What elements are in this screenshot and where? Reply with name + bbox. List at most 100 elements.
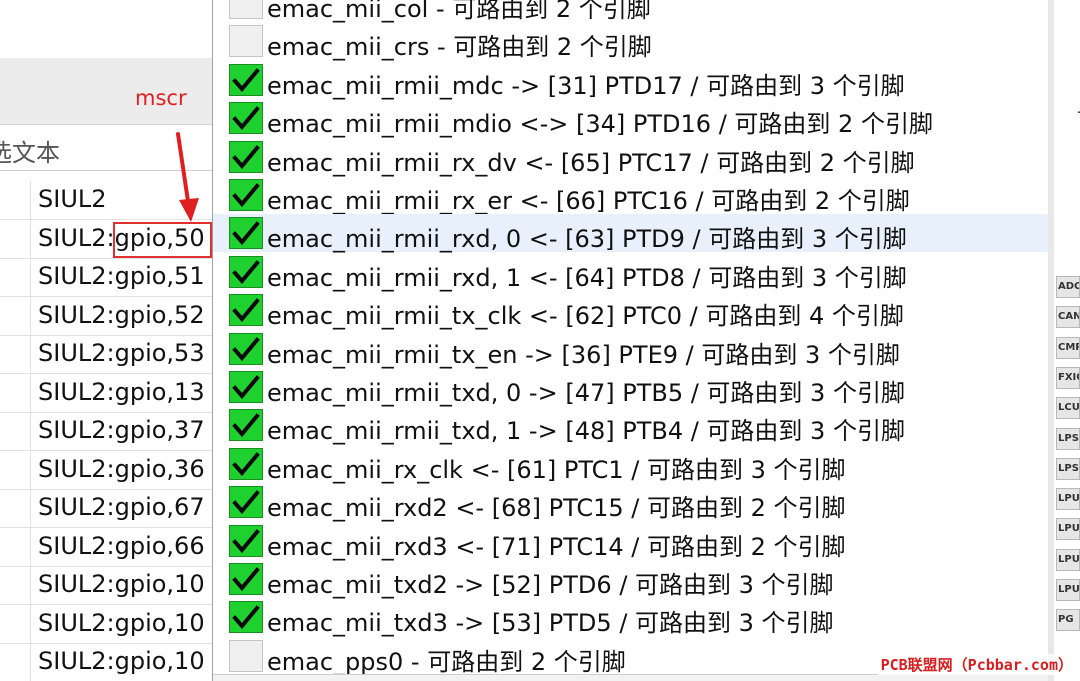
row-gutter xyxy=(0,527,31,566)
signal-list-item[interactable]: emac_mii_crs - 可路由到 2 个引脚 xyxy=(213,22,1048,62)
table-row[interactable]: SIUL2:gpio,67 xyxy=(0,489,212,528)
signal-label: emac_mii_rmii_txd, 1 -> [48] PTB4 / 可路由到… xyxy=(267,417,905,446)
row-gutter xyxy=(0,335,31,373)
table-row[interactable]: SIUL2:gpio,37 xyxy=(0,412,212,451)
peripheral-tag[interactable]: CMP xyxy=(1056,336,1080,359)
checkbox-checked-icon[interactable] xyxy=(229,63,263,96)
signal-label: emac_mii_rmii_mdio <-> [34] PTD16 / 可路由到… xyxy=(267,110,933,139)
checkbox-checked-icon[interactable] xyxy=(229,140,263,173)
checkbox-checked-icon[interactable] xyxy=(229,409,263,442)
signal-list-item[interactable]: emac_mii_txd2 -> [52] PTD6 / 可路由到 3 个引脚 xyxy=(213,560,1048,599)
peripheral-tag[interactable]: PG xyxy=(1056,609,1080,632)
checkbox-checked-icon[interactable] xyxy=(229,563,263,595)
annotation-arrow-icon xyxy=(176,132,199,222)
table-row[interactable]: SIUL2:gpio,13 xyxy=(0,373,212,413)
row-gutter xyxy=(0,181,31,219)
checkbox-checked-icon[interactable] xyxy=(229,332,263,365)
checkbox-checked-icon[interactable] xyxy=(229,371,263,403)
signal-label: emac_mii_rmii_rxd, 0 <- [63] PTD9 / 可路由到… xyxy=(267,225,907,254)
signal-list-item[interactable]: emac_mii_rmii_mdio <-> [34] PTD16 / 可路由到… xyxy=(213,99,1048,139)
row-signal-cell: SIUL2:gpio,10 xyxy=(38,647,205,675)
signal-list-item[interactable]: emac_mii_rmii_rx_er <- [66] PTC16 / 可路由到… xyxy=(213,176,1048,215)
checkbox-checked-icon[interactable] xyxy=(229,102,263,135)
annotation-highlight-box xyxy=(113,222,212,258)
row-gutter xyxy=(0,450,31,489)
peripheral-tag[interactable]: LPUART xyxy=(1056,488,1080,511)
peripheral-tag[interactable]: FXIO xyxy=(1056,366,1080,389)
checkbox-checked-icon[interactable] xyxy=(229,179,263,211)
row-signal-cell: SIUL2:gpio,66 xyxy=(38,531,205,560)
peripheral-tag[interactable]: LPUART xyxy=(1056,579,1080,601)
signal-label: emac_mii_rmii_rx_er <- [66] PTC16 / 可路由到… xyxy=(267,187,910,215)
row-signal-cell: SIUL2:gpio,67 xyxy=(38,493,205,521)
table-row[interactable]: SIUL2:gpio,10 xyxy=(0,604,212,644)
row-gutter xyxy=(0,643,31,681)
row-gutter xyxy=(0,296,31,335)
row-signal-cell: SIUL2:gpio,51 xyxy=(38,262,205,290)
peripheral-tag[interactable]: ADC xyxy=(1056,276,1080,298)
signal-label: emac_mii_rmii_rx_dv <- [65] PTC17 / 可路由到… xyxy=(267,148,915,177)
signal-list-item[interactable]: emac_mii_rmii_tx_clk <- [62] PTC0 / 可路由到… xyxy=(213,291,1048,331)
signal-list-item[interactable]: emac_mii_rmii_txd, 1 -> [48] PTB4 / 可路由到… xyxy=(213,406,1048,446)
row-gutter xyxy=(0,566,31,604)
checkbox-unchecked-icon[interactable] xyxy=(229,639,263,672)
signal-list-item[interactable]: emac_mii_rmii_rx_dv <- [65] PTC17 / 可路由到… xyxy=(213,138,1048,177)
table-row[interactable]: SIUL2:gpio,10 xyxy=(0,566,212,605)
row-signal-cell: SIUL2:gpio,37 xyxy=(38,416,205,444)
signal-list-item[interactable]: emac_mii_rx_clk <- [61] PTC1 / 可路由到 3 个引… xyxy=(213,445,1048,484)
filter-placeholder: 选文本 xyxy=(0,139,60,167)
signal-list-item[interactable]: emac_mii_rmii_rxd, 1 <- [64] PTD8 / 可路由到… xyxy=(213,253,1048,292)
row-signal-cell: SIUL2:gpio,13 xyxy=(38,377,205,406)
peripheral-tag[interactable]: LPUART xyxy=(1056,518,1080,541)
table-row[interactable]: SIUL2:gpio,36 xyxy=(0,450,212,490)
row-gutter xyxy=(0,373,31,412)
signal-list-item[interactable]: emac_mii_rxd3 <- [71] PTC14 / 可路由到 2 个引脚 xyxy=(213,522,1048,561)
checkbox-checked-icon[interactable] xyxy=(229,217,263,250)
row-signal-cell: SIUL2:gpio,53 xyxy=(38,339,205,367)
checkbox-checked-icon[interactable] xyxy=(229,294,263,327)
row-gutter xyxy=(0,604,31,643)
signal-label: emac_mii_rmii_tx_en -> [36] PTE9 / 可路由到 … xyxy=(267,340,900,369)
signal-label: emac_mii_rx_clk <- [61] PTC1 / 可路由到 3 个引… xyxy=(267,455,846,484)
signal-dropdown-popup[interactable]: emac_mii_col - 可路由到 2 个引脚 emac_mii_crs - … xyxy=(212,0,1049,681)
row-signal-cell: SIUL2:gpio,52 xyxy=(38,300,205,329)
signal-list-item[interactable]: emac_mii_rmii_txd, 0 -> [47] PTB5 / 可路由到… xyxy=(213,368,1048,407)
checkbox-unchecked-icon[interactable] xyxy=(229,25,263,58)
table-row[interactable]: SIUL2:gpio,52 xyxy=(0,296,212,336)
signal-label: emac_mii_txd2 -> [52] PTD6 / 可路由到 3 个引脚 xyxy=(267,571,834,599)
signal-label: emac_mii_col - 可路由到 2 个引脚 xyxy=(267,0,651,23)
signal-label: emac_mii_crs - 可路由到 2 个引脚 xyxy=(267,33,652,62)
signal-label: emac_mii_rmii_mdc -> [31] PTD17 / 可路由到 3… xyxy=(267,71,905,100)
row-signal-cell: SIUL2:gpio,36 xyxy=(38,454,205,483)
checkbox-checked-icon[interactable] xyxy=(229,486,263,519)
signal-list-item[interactable]: emac_mii_rxd2 <- [68] PTC15 / 可路由到 2 个引脚 xyxy=(213,483,1048,523)
checkbox-checked-icon[interactable] xyxy=(229,524,263,557)
signal-label: emac_mii_rmii_tx_clk <- [62] PTC0 / 可路由到… xyxy=(267,302,904,331)
signal-list-item[interactable]: emac_mii_rmii_tx_en -> [36] PTE9 / 可路由到 … xyxy=(213,330,1048,369)
signal-list-item[interactable]: emac_mii_rmii_rxd, 0 <- [63] PTD9 / 可路由到… xyxy=(213,214,1048,254)
signal-list-item[interactable]: emac_mii_col - 可路由到 2 个引脚 xyxy=(213,0,1048,23)
table-row[interactable]: SIUL2:gpio,10 xyxy=(0,643,212,681)
table-row[interactable]: SIUL2:gpio,66 xyxy=(0,527,212,567)
peripheral-tag[interactable]: LPUART xyxy=(1056,548,1080,571)
peripheral-tag[interactable]: LPSPI xyxy=(1056,427,1080,450)
row-signal-cell: SIUL2 xyxy=(38,185,107,213)
signal-label: emac_mii_txd3 -> [53] PTD5 / 可路由到 3 个引脚 xyxy=(267,609,834,638)
signal-label: emac_mii_rxd2 <- [68] PTC15 / 可路由到 2 个引脚 xyxy=(267,494,846,523)
signal-list-item[interactable]: emac_mii_rmii_mdc -> [31] PTD17 / 可路由到 3… xyxy=(213,61,1048,100)
checkbox-unchecked-icon[interactable] xyxy=(229,0,263,19)
peripheral-tag[interactable]: CAN xyxy=(1056,306,1080,329)
table-row[interactable]: SIUL2:gpio,53 xyxy=(0,335,212,374)
checkbox-checked-icon[interactable] xyxy=(229,601,263,634)
table-row[interactable]: SIUL2:gpio,51 xyxy=(0,258,212,297)
row-signal-cell: SIUL2:gpio,10 xyxy=(38,608,205,637)
signal-list-item[interactable]: emac_mii_txd3 -> [53] PTD5 / 可路由到 3 个引脚 xyxy=(213,598,1048,638)
panel-scrollbar[interactable] xyxy=(1048,0,1054,681)
peripheral-tag[interactable]: LCU xyxy=(1056,397,1080,420)
checkbox-checked-icon[interactable] xyxy=(229,447,263,480)
checkbox-checked-icon[interactable] xyxy=(229,255,263,288)
peripheral-tag[interactable]: LPSPI xyxy=(1056,457,1080,480)
signal-label: emac_pps0 - 可路由到 2 个引脚 xyxy=(267,647,626,676)
signal-label: emac_mii_rmii_rxd, 1 <- [64] PTD8 / 可路由到… xyxy=(267,263,907,292)
peripheral-panel: T ADCCANCMPFXIOLCULPSPILPSPILPUARTLPUART… xyxy=(1048,0,1080,681)
